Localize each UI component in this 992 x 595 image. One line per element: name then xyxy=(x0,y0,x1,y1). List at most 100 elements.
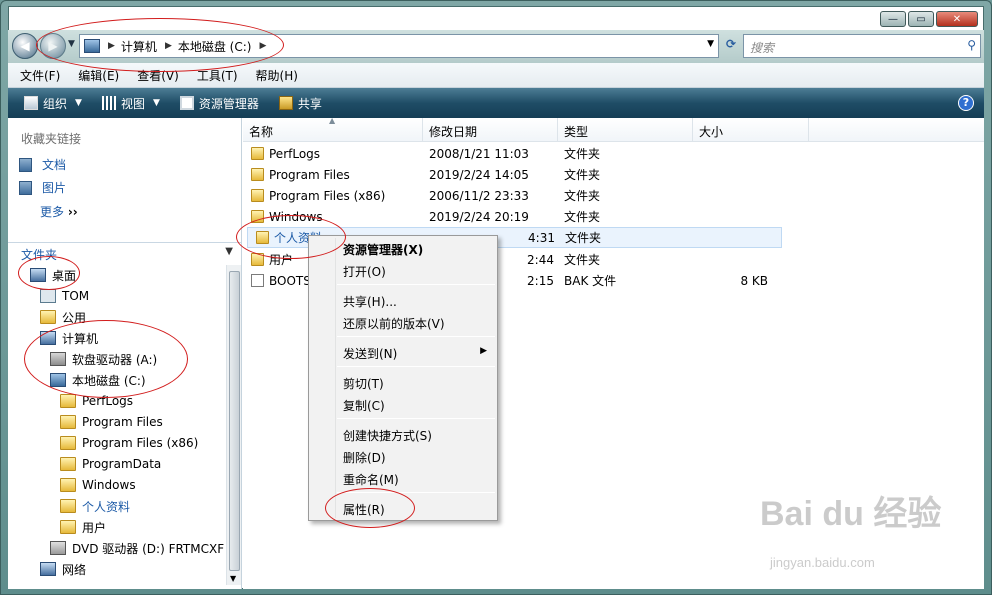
dvd-drive-icon xyxy=(50,541,66,555)
tree-label: ProgramData xyxy=(82,457,162,471)
address-dropdown-icon[interactable]: ▼ xyxy=(707,39,714,49)
forward-button[interactable]: ▶ xyxy=(40,33,66,59)
tree-item-users[interactable]: 用户 xyxy=(60,517,106,537)
folder-icon xyxy=(60,394,76,408)
file-date: 2019/2/24 14:05 xyxy=(429,167,529,182)
ctx-share[interactable]: 共享(H)... xyxy=(343,293,397,310)
search-icon[interactable]: ⚲ xyxy=(967,38,976,52)
tree-item-tom[interactable]: TOM xyxy=(40,286,89,306)
close-button[interactable]: ✕ xyxy=(936,11,978,27)
ctx-create-shortcut[interactable]: 创建快捷方式(S) xyxy=(343,427,432,444)
local-disk-icon xyxy=(50,373,66,387)
column-type[interactable]: 类型 xyxy=(558,118,693,141)
address-bar[interactable]: ▶ 计算机 ▶ 本地磁盘 (C:) ▶ ▼ xyxy=(79,34,719,58)
favorite-documents[interactable]: 文档 xyxy=(19,156,66,173)
minimize-button[interactable]: — xyxy=(880,11,906,27)
tree-item-personal-data[interactable]: 个人资料 xyxy=(60,496,130,516)
folder-icon xyxy=(251,253,264,266)
tree-item-desktop[interactable]: 桌面 xyxy=(30,265,76,285)
breadcrumb-separator-icon: ▶ xyxy=(164,41,172,51)
tree-item-windows[interactable]: Windows xyxy=(60,475,136,495)
file-name: 用户 xyxy=(269,253,294,267)
tree-item-floppy[interactable]: 软盘驱动器 (A:) xyxy=(50,349,157,369)
column-type-label: 类型 xyxy=(564,125,589,139)
ctx-restore[interactable]: 还原以前的版本(V) xyxy=(343,315,445,332)
column-header: ▲ 名称 修改日期 类型 大小 xyxy=(243,116,984,142)
tree-scrollbar[interactable]: ▼ xyxy=(226,265,241,585)
ctx-cut[interactable]: 剪切(T) xyxy=(343,375,384,392)
file-row[interactable]: Program Files 2019/2/24 14:05 文件夹 xyxy=(243,164,984,185)
scrollbar-thumb[interactable] xyxy=(229,271,240,571)
column-name[interactable]: ▲ 名称 xyxy=(243,116,423,141)
ctx-copy[interactable]: 复制(C) xyxy=(343,397,385,414)
forward-arrow-icon: ▶ xyxy=(48,39,58,53)
tree-item-dvd[interactable]: DVD 驱动器 (D:) FRTMCXF xyxy=(50,538,224,558)
search-placeholder: 搜索 xyxy=(750,41,775,55)
file-size: 8 KB xyxy=(740,273,768,288)
tree-item-program-files[interactable]: Program Files xyxy=(60,412,163,432)
tree-item-local-disk[interactable]: 本地磁盘 (C:) xyxy=(50,370,146,390)
more-link[interactable]: 更多 ›› xyxy=(40,203,78,220)
folder-icon xyxy=(60,520,76,534)
folder-icon xyxy=(251,210,264,223)
folder-icon xyxy=(60,436,76,450)
column-size-label: 大小 xyxy=(699,125,724,139)
file-row[interactable]: Windows 2019/2/24 20:19 文件夹 xyxy=(243,206,984,227)
tree-item-network[interactable]: 网络 xyxy=(40,559,86,579)
tree-label: 计算机 xyxy=(62,331,99,346)
search-input[interactable]: 搜索 ⚲ xyxy=(743,34,981,58)
tree-item-public[interactable]: 公用 xyxy=(40,307,86,327)
scroll-down-icon[interactable]: ▼ xyxy=(230,574,236,583)
maximize-button[interactable]: ▭ xyxy=(908,11,934,27)
file-row[interactable]: PerfLogs 2008/1/21 11:03 文件夹 xyxy=(243,143,984,164)
column-date[interactable]: 修改日期 xyxy=(423,118,558,141)
ctx-explorer[interactable]: 资源管理器(X) xyxy=(343,241,423,258)
ctx-delete[interactable]: 删除(D) xyxy=(343,449,386,466)
menu-separator xyxy=(337,492,495,493)
caption-buttons: — ▭ ✕ xyxy=(880,11,978,27)
column-size[interactable]: 大小 xyxy=(693,118,809,141)
folders-header[interactable]: 文件夹 ▼ xyxy=(8,242,241,264)
menu-file[interactable]: 文件(F) xyxy=(8,67,66,84)
floppy-drive-icon xyxy=(50,352,66,366)
views-button[interactable]: 视图 ▼ xyxy=(98,93,164,114)
menu-edit[interactable]: 编辑(E) xyxy=(66,67,125,84)
drive-icon xyxy=(84,39,100,53)
tree-label: DVD 驱动器 (D:) FRTMCXF xyxy=(72,541,225,556)
favorite-pictures[interactable]: 图片 xyxy=(19,179,66,196)
folder-icon xyxy=(256,231,269,244)
file-name: PerfLogs xyxy=(269,146,321,161)
tree-label: 个人资料 xyxy=(82,499,131,514)
file-type: 文件夹 xyxy=(565,231,602,245)
file-row[interactable]: Program Files (x86) 2006/11/2 23:33 文件夹 xyxy=(243,185,984,206)
tree-item-program-files-x86[interactable]: Program Files (x86) xyxy=(60,433,198,453)
favorite-label: 文档 xyxy=(42,158,67,172)
menu-view[interactable]: 查看(V) xyxy=(125,67,185,84)
file-date: 2008/1/21 11:03 xyxy=(429,146,529,161)
documents-icon xyxy=(19,157,32,172)
refresh-icon[interactable]: ⟳ xyxy=(721,37,741,55)
breadcrumb-computer[interactable]: 计算机 xyxy=(121,38,157,55)
tree-item-perflogs[interactable]: PerfLogs xyxy=(60,391,133,411)
help-icon[interactable]: ? xyxy=(958,95,974,111)
breadcrumb-local-disk[interactable]: 本地磁盘 (C:) xyxy=(178,38,252,55)
ctx-rename[interactable]: 重命名(M) xyxy=(343,471,399,488)
explorer-button[interactable]: 资源管理器 xyxy=(176,93,263,114)
back-button[interactable]: ◀ xyxy=(12,33,38,59)
ctx-properties[interactable]: 属性(R) xyxy=(343,501,385,518)
ctx-sendto[interactable]: 发送到(N) xyxy=(343,345,397,362)
column-date-label: 修改日期 xyxy=(429,125,478,139)
menu-separator xyxy=(337,284,495,285)
recent-pages-dropdown[interactable]: ▼ xyxy=(68,39,78,53)
file-name: Program Files (x86) xyxy=(269,188,386,203)
menu-help[interactable]: 帮助(H) xyxy=(244,67,304,84)
share-button[interactable]: 共享 xyxy=(275,93,326,114)
organize-button[interactable]: 组织 ▼ xyxy=(20,93,86,114)
menu-bar: 文件(F) 编辑(E) 查看(V) 工具(T) 帮助(H) xyxy=(8,63,984,88)
chevron-down-icon: ▼ xyxy=(75,98,82,108)
folder-icon xyxy=(60,457,76,471)
tree-item-computer[interactable]: 计算机 xyxy=(40,328,98,348)
menu-tools[interactable]: 工具(T) xyxy=(185,67,244,84)
ctx-open[interactable]: 打开(O) xyxy=(343,263,386,280)
tree-item-programdata[interactable]: ProgramData xyxy=(60,454,161,474)
